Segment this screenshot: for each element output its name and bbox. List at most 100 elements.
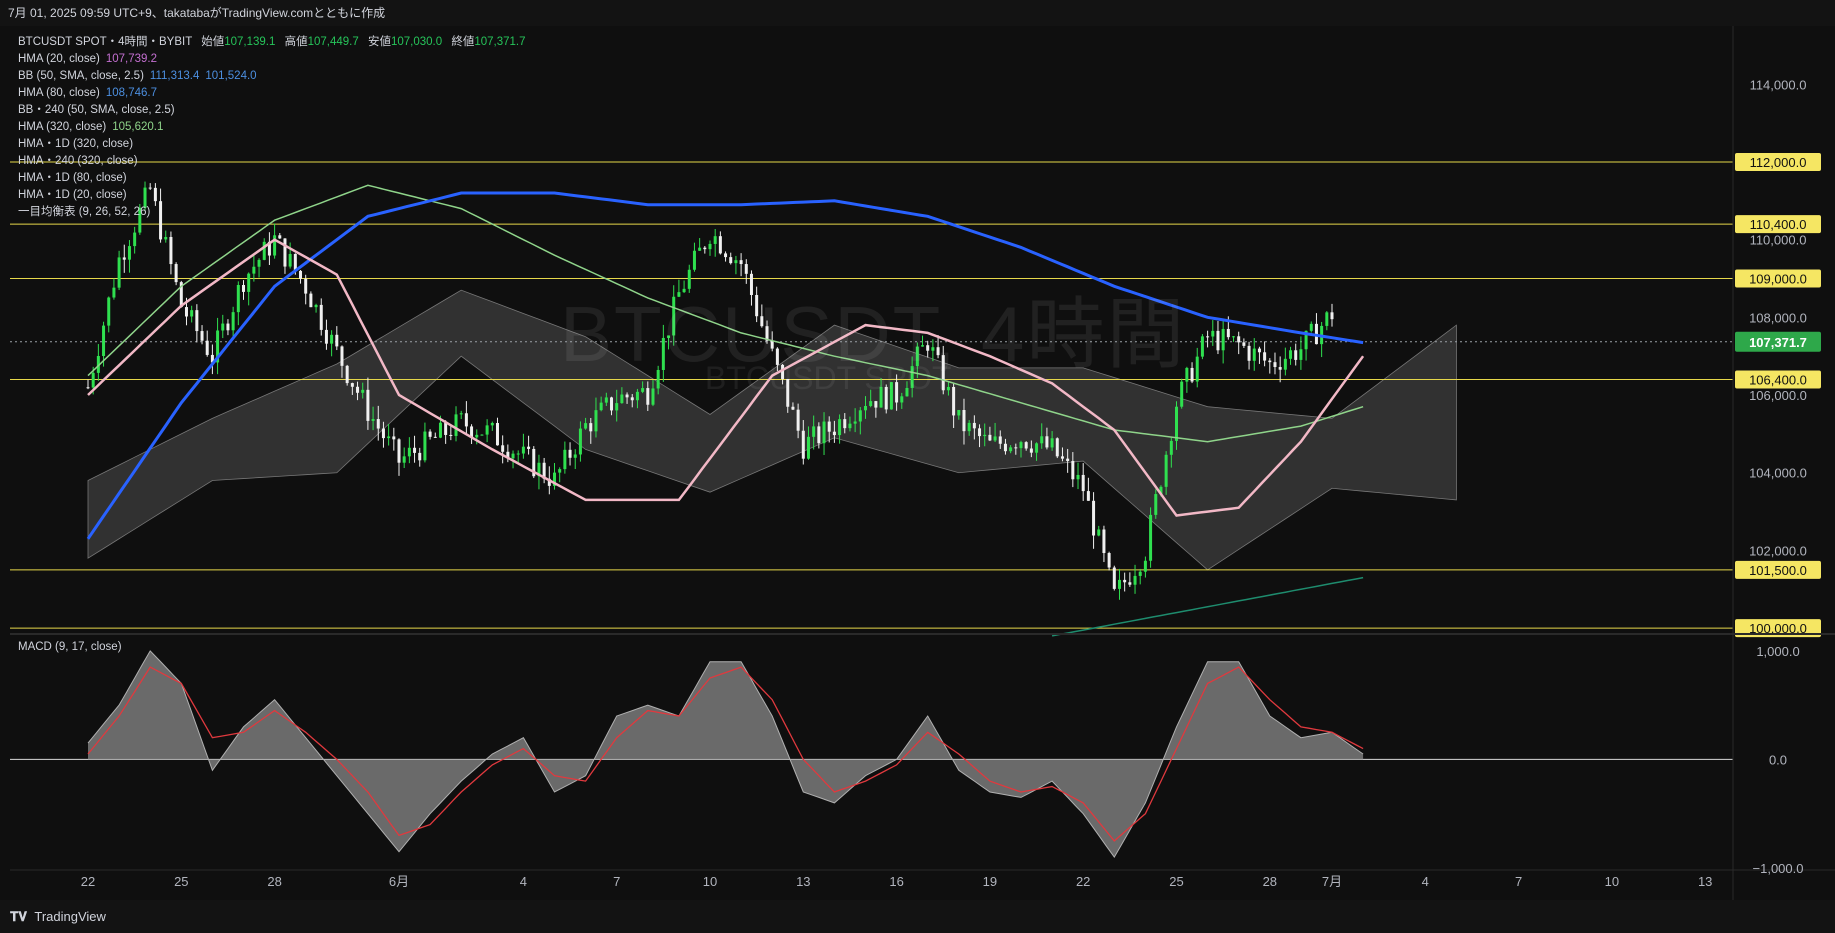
candle-up: [967, 422, 971, 432]
candle-up: [1252, 348, 1256, 361]
candle-down: [356, 386, 360, 393]
candle-down: [1066, 458, 1070, 461]
candle-down: [589, 423, 593, 432]
indicator-row[interactable]: HMA (20, close) 107,739.2: [18, 51, 526, 68]
symbol-name: BTCUSDT SPOT・4時間・BYBIT: [18, 36, 193, 48]
tradingview-logo-icon[interactable]: 𝐓𝐕: [10, 909, 27, 924]
candle-up: [573, 454, 577, 458]
candle-down: [962, 409, 966, 432]
candle-down: [1257, 348, 1261, 353]
low-label: 安値: [367, 36, 391, 48]
candle-up: [641, 388, 645, 392]
candle-up: [584, 423, 588, 429]
candle-down: [972, 422, 976, 429]
candle-down: [242, 284, 245, 292]
candle-up: [1211, 330, 1215, 337]
symbol-watermark-sub: BTCUSDT SPOT: [705, 360, 952, 396]
candle-up: [1299, 349, 1303, 360]
x-tick-label: 7月: [1322, 874, 1342, 889]
candle-down: [1247, 345, 1251, 361]
candle-up: [993, 436, 997, 441]
candle-up: [252, 266, 256, 274]
candle-down: [1123, 579, 1127, 583]
indicator-row[interactable]: BB (50, SMA, close, 2.5) 111,313.4 101,524…: [18, 68, 526, 85]
indicator-row[interactable]: BB・240 (50, SMA, close, 2.5): [18, 102, 526, 119]
candle-up: [485, 425, 489, 435]
candle-down: [791, 406, 795, 410]
y-tick-label: 114,000.0: [1750, 77, 1807, 92]
candle-up: [1289, 350, 1293, 359]
symbol-row[interactable]: BTCUSDT SPOT・4時間・BYBIT 始値107,139.1 高値107…: [18, 34, 526, 51]
candle-up: [330, 334, 334, 344]
indicator-row[interactable]: 一目均衡表 (9, 26, 52, 26): [18, 204, 526, 221]
candle-up: [1200, 336, 1204, 357]
header-text: 7月 01, 2025 09:59 UTC+9、takatabaがTrading…: [8, 6, 386, 20]
candle-down: [817, 426, 821, 444]
candle-up: [983, 434, 987, 437]
candle-down: [1081, 474, 1085, 492]
candle-down: [392, 436, 396, 440]
x-tick-label: 25: [1169, 874, 1183, 889]
candle-up: [651, 388, 655, 405]
candle-down: [610, 397, 614, 411]
candle-down: [1003, 443, 1007, 452]
candle-down: [174, 264, 178, 283]
indicator-row[interactable]: HMA (320, close) 105,620.1: [18, 119, 526, 136]
x-tick-label: 4: [520, 874, 527, 889]
indicator-row[interactable]: HMA (80, close) 108,746.7: [18, 85, 526, 102]
candle-down: [418, 452, 422, 461]
candle-up: [423, 431, 427, 461]
high-label: 高値: [284, 36, 308, 48]
y-tick-label: 110,000.0: [1750, 233, 1807, 248]
x-tick-label: 7: [1515, 874, 1522, 889]
candle-up: [1097, 529, 1101, 536]
candle-up: [480, 434, 484, 436]
y-tick-label: 106,000.0: [1749, 388, 1807, 403]
indicator-row[interactable]: HMA・1D (80, close): [18, 170, 526, 187]
y-tick-label: 104,000.0: [1749, 466, 1807, 481]
candle-down: [527, 446, 531, 449]
candle-up: [117, 257, 121, 288]
candle-up: [620, 394, 624, 404]
candle-down: [335, 334, 339, 347]
y-tick-label: 108,000.0: [1749, 310, 1807, 325]
candle-down: [86, 387, 90, 389]
low-value: 107,030.0: [390, 36, 443, 48]
candle-down: [433, 436, 437, 438]
candle-up: [288, 253, 292, 267]
candle-up: [314, 304, 318, 308]
x-tick-label: 10: [1605, 874, 1619, 889]
candle-down: [1128, 582, 1132, 585]
candle-down: [299, 270, 303, 279]
candle-down: [1278, 367, 1282, 370]
candle-up: [708, 243, 712, 250]
level-label: 109,000.0: [1749, 272, 1807, 287]
indicator-name: BB (50, SMA, close, 2.5): [18, 70, 144, 82]
indicator-row[interactable]: HMA・1D (20, close): [18, 187, 526, 204]
x-tick-label: 7: [613, 874, 620, 889]
candle-up: [1050, 438, 1054, 448]
candle-down: [646, 388, 650, 405]
candle-up: [102, 325, 106, 356]
candle-up: [900, 396, 904, 403]
last-price-label: 107,371.7: [1749, 335, 1807, 350]
candle-up: [91, 372, 95, 388]
x-tick-label: 28: [267, 874, 281, 889]
candle-down: [444, 422, 448, 435]
candle-down: [1107, 553, 1111, 568]
candle-up: [1309, 323, 1313, 331]
candle-up: [692, 250, 696, 270]
candle-down: [340, 346, 344, 366]
candle-up: [957, 409, 961, 416]
candle-down: [449, 434, 453, 436]
candle-up: [257, 259, 261, 267]
candle-up: [858, 410, 862, 422]
candle-down: [1112, 567, 1116, 589]
candle-up: [127, 246, 131, 260]
candle-down: [464, 413, 468, 427]
indicator-row[interactable]: HMA・240 (320, close): [18, 153, 526, 170]
indicator-row[interactable]: HMA・1D (320, close): [18, 136, 526, 153]
candle-down: [200, 331, 204, 341]
macd-label[interactable]: MACD (9, 17, close): [18, 641, 122, 653]
open-value: 107,139.1: [224, 36, 276, 48]
